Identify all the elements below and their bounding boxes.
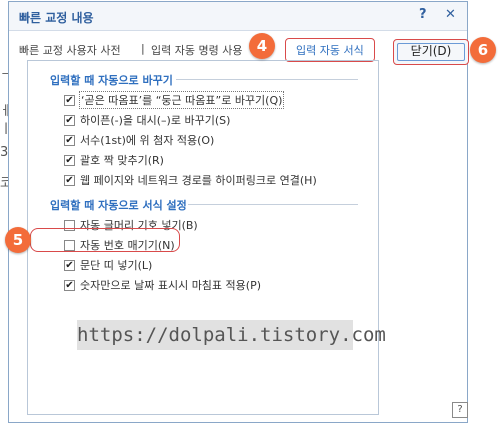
option-match-parentheses[interactable]: 괄호 짝 맞추기(R) [64,152,164,168]
tab-user-dictionary[interactable]: 빠른 교정 사용자 사전 [19,42,121,58]
help-icon[interactable]: ? [452,402,468,418]
checkbox[interactable] [64,174,75,186]
help-button[interactable]: ? [419,7,427,22]
annotation-badge-5: 5 [5,227,31,253]
checkbox[interactable] [64,259,75,271]
checkbox[interactable] [64,114,75,126]
tab-auto-commands[interactable]: 입력 자동 명령 사용 [151,42,247,58]
close-icon[interactable]: ✕ [445,7,456,22]
annotation-highlight [30,228,180,252]
option-smart-quotes[interactable]: ‘곧은 따옴표’를 “둥근 따옴표”로 바꾸기(Q) [64,91,285,109]
annotation-badge-6: 6 [470,37,496,63]
dialog-title: 빠른 교정 내용 [19,11,94,25]
section-replace-title: 입력할 때 자동으로 바꾸기 [50,74,173,87]
close-button[interactable]: 닫기(D) [393,39,469,65]
checkbox[interactable] [64,94,75,106]
checkbox[interactable] [64,154,75,166]
annotation-badge-4: 4 [249,33,275,59]
tab-auto-format[interactable]: 입력 자동 서식 [285,38,375,62]
watermark: https://dolpali.tistory.com [77,320,386,350]
tab-bar: 빠른 교정 사용자 사전 | 입력 자동 명령 사용 입력 자동 서식 [9,38,389,62]
option-hyphen-to-dash[interactable]: 하이픈(-)을 대시(–)로 바꾸기(S) [64,112,230,128]
option-paragraph-spacing[interactable]: 문단 띠 넣기(L) [64,257,152,273]
checkbox[interactable] [64,279,75,291]
title-bar: 빠른 교정 내용 ? ✕ [9,2,467,31]
option-hyperlink-paths[interactable]: 웹 페이지와 네트워크 경로를 하이퍼링크로 연결(H) [64,172,317,188]
section-format-title: 입력할 때 자동으로 서식 설정 [50,199,187,212]
option-ordinal-superscript[interactable]: 서수(1st)에 위 첨자 적용(O) [64,132,214,148]
tab-separator: | [141,42,145,55]
option-date-period[interactable]: 숫자만으로 날짜 표시시 마침표 적용(P) [64,277,261,293]
autocorrect-dialog: 빠른 교정 내용 ? ✕ 빠른 교정 사용자 사전 | 입력 자동 명령 사용 … [8,1,469,423]
checkbox[interactable] [64,134,75,146]
